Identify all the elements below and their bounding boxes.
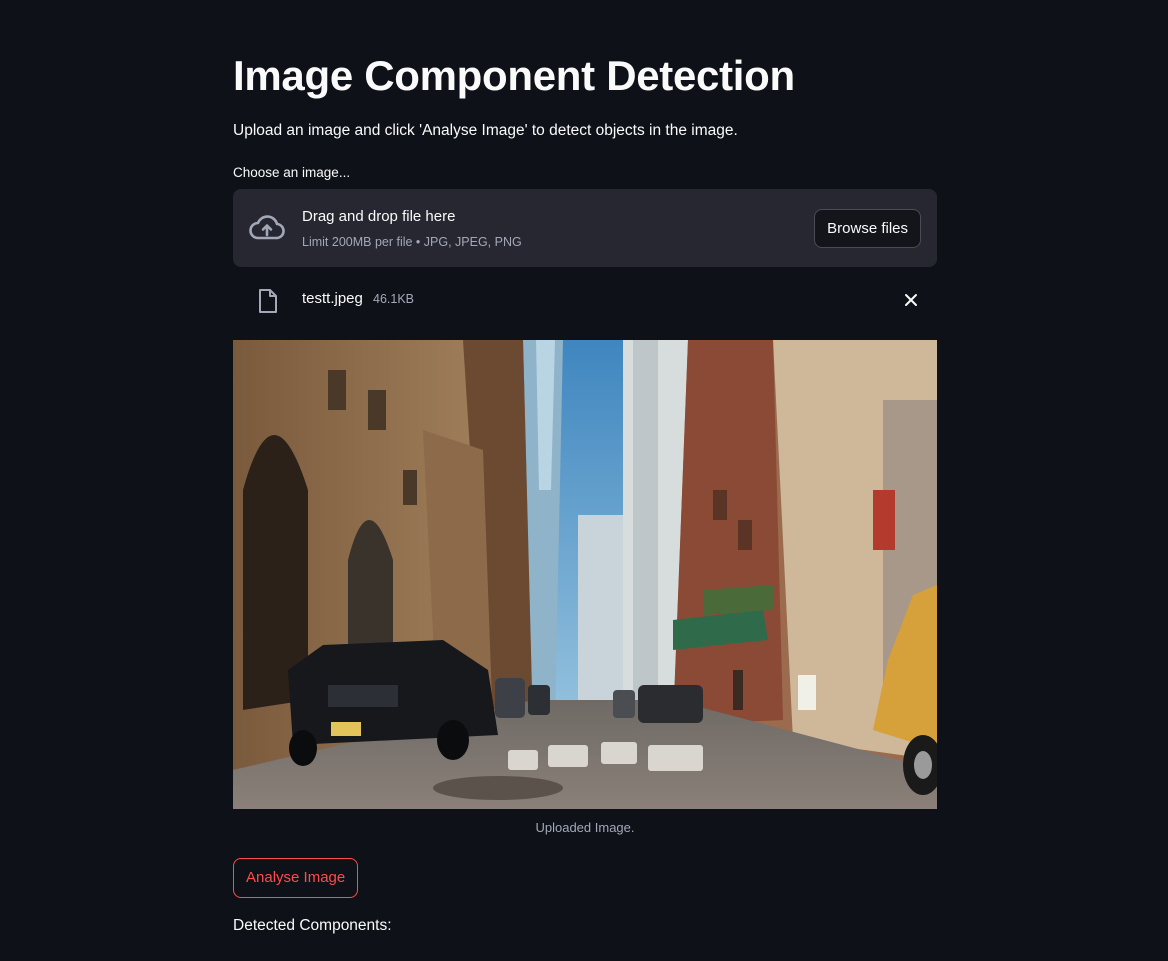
file-size: 46.1KB — [373, 292, 415, 306]
cloud-upload-icon — [249, 215, 285, 240]
file-dropzone[interactable]: Drag and drop file here Limit 200MB per … — [233, 189, 937, 267]
analyse-image-button[interactable]: Analyse Image — [233, 858, 359, 898]
detected-components-label: Detected Components: — [233, 917, 392, 934]
uploader-label: Choose an image... — [233, 165, 351, 180]
drop-title: Drag and drop file here — [302, 208, 456, 225]
drop-limit-text: Limit 200MB per file • JPG, JPEG, PNG — [302, 235, 522, 249]
browse-files-button[interactable]: Browse files — [814, 209, 921, 248]
file-name: testt.jpeg — [302, 290, 363, 307]
image-caption: Uploaded Image. — [535, 820, 635, 835]
file-icon — [259, 289, 277, 313]
uploaded-image — [233, 340, 937, 809]
uploaded-file-row: testt.jpeg 46.1KB — [233, 280, 937, 320]
close-icon[interactable] — [903, 292, 919, 308]
street-photo — [233, 340, 937, 809]
page-title: Image Component Detection — [233, 52, 795, 99]
intro-text: Upload an image and click 'Analyse Image… — [233, 122, 738, 139]
